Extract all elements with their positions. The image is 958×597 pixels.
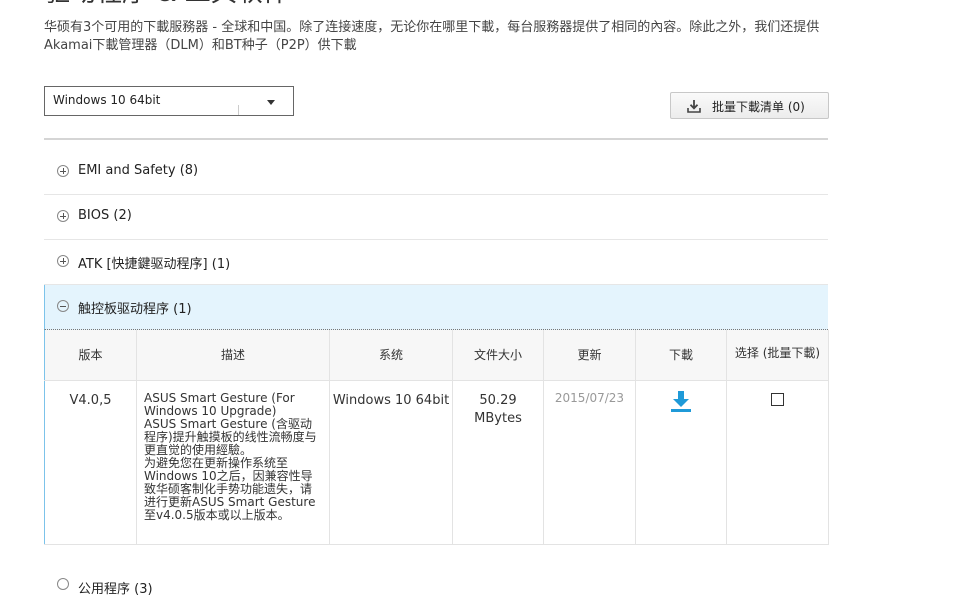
column-header-description: 描述 [136,330,330,381]
category-label: 触控板驱动程序 (1) [78,302,192,317]
chevron-down-icon [267,100,275,105]
category-label: BIOS (2) [78,208,132,223]
driver-os: Windows 10 64bit [329,380,453,545]
column-header-version: 版本 [44,330,137,381]
os-select-divider [238,105,239,115]
os-select[interactable]: Windows 10 64bit [44,86,294,116]
category-label: ATK [快捷鍵驱动程序] (1) [78,257,231,272]
column-header-os: 系统 [329,330,453,381]
expand-plus-icon[interactable] [57,210,69,222]
driver-size: 50.29 MBytes [452,380,544,545]
column-header-select: 选择 (批量下載) [726,330,829,381]
column-header-size: 文件大小 [452,330,544,381]
batch-download-list-label: 批量下載清单 (0) [712,100,805,114]
batch-select-checkbox[interactable] [771,392,784,406]
driver-table: 版本 描述 系统 文件大小 更新 下載 选择 (批量下載) V4.0,5 ASU… [44,330,829,545]
download-tray-icon [687,100,701,113]
collapse-minus-icon[interactable] [57,300,69,312]
select-cell [726,380,829,545]
driver-description: ASUS Smart Gesture (For Windows 10 Upgra… [136,380,330,545]
column-header-download: 下載 [635,330,727,381]
download-arrow-icon[interactable] [669,389,693,413]
section-divider [44,138,828,140]
batch-download-list-button[interactable]: 批量下載清单 (0) [670,92,829,119]
category-atk[interactable]: ATK [快捷鍵驱动程序] (1) [44,240,828,285]
expand-plus-icon[interactable] [57,578,69,590]
category-bios[interactable]: BIOS (2) [44,195,828,240]
expand-plus-icon[interactable] [57,255,69,267]
download-cell [635,380,727,545]
category-label: 公用程序 (3) [78,582,153,597]
driver-updated: 2015/07/23 [543,380,636,545]
os-select-value: Windows 10 64bit [53,93,161,107]
category-touchpad-driver[interactable]: 触控板驱动程序 (1) [44,285,828,330]
driver-version: V4.0,5 [44,380,137,545]
category-emi-and-safety[interactable]: EMI and Safety (8) [44,150,828,195]
column-header-updated: 更新 [543,330,636,381]
category-utilities[interactable]: 公用程序 (3) [44,570,828,597]
table-row: V4.0,5 ASUS Smart Gesture (For Windows 1… [44,380,829,545]
intro-text: 华硕有3个可用的下載服務器 - 全球和中国。除了连接速度，无论你在哪里下載，每台… [44,20,820,53]
expand-plus-icon[interactable] [57,165,69,177]
category-label: EMI and Safety (8) [78,163,199,178]
table-header-row: 版本 描述 系统 文件大小 更新 下載 选择 (批量下載) [44,330,829,381]
page-title: 驱动程序 & 工具软件 [44,0,289,8]
